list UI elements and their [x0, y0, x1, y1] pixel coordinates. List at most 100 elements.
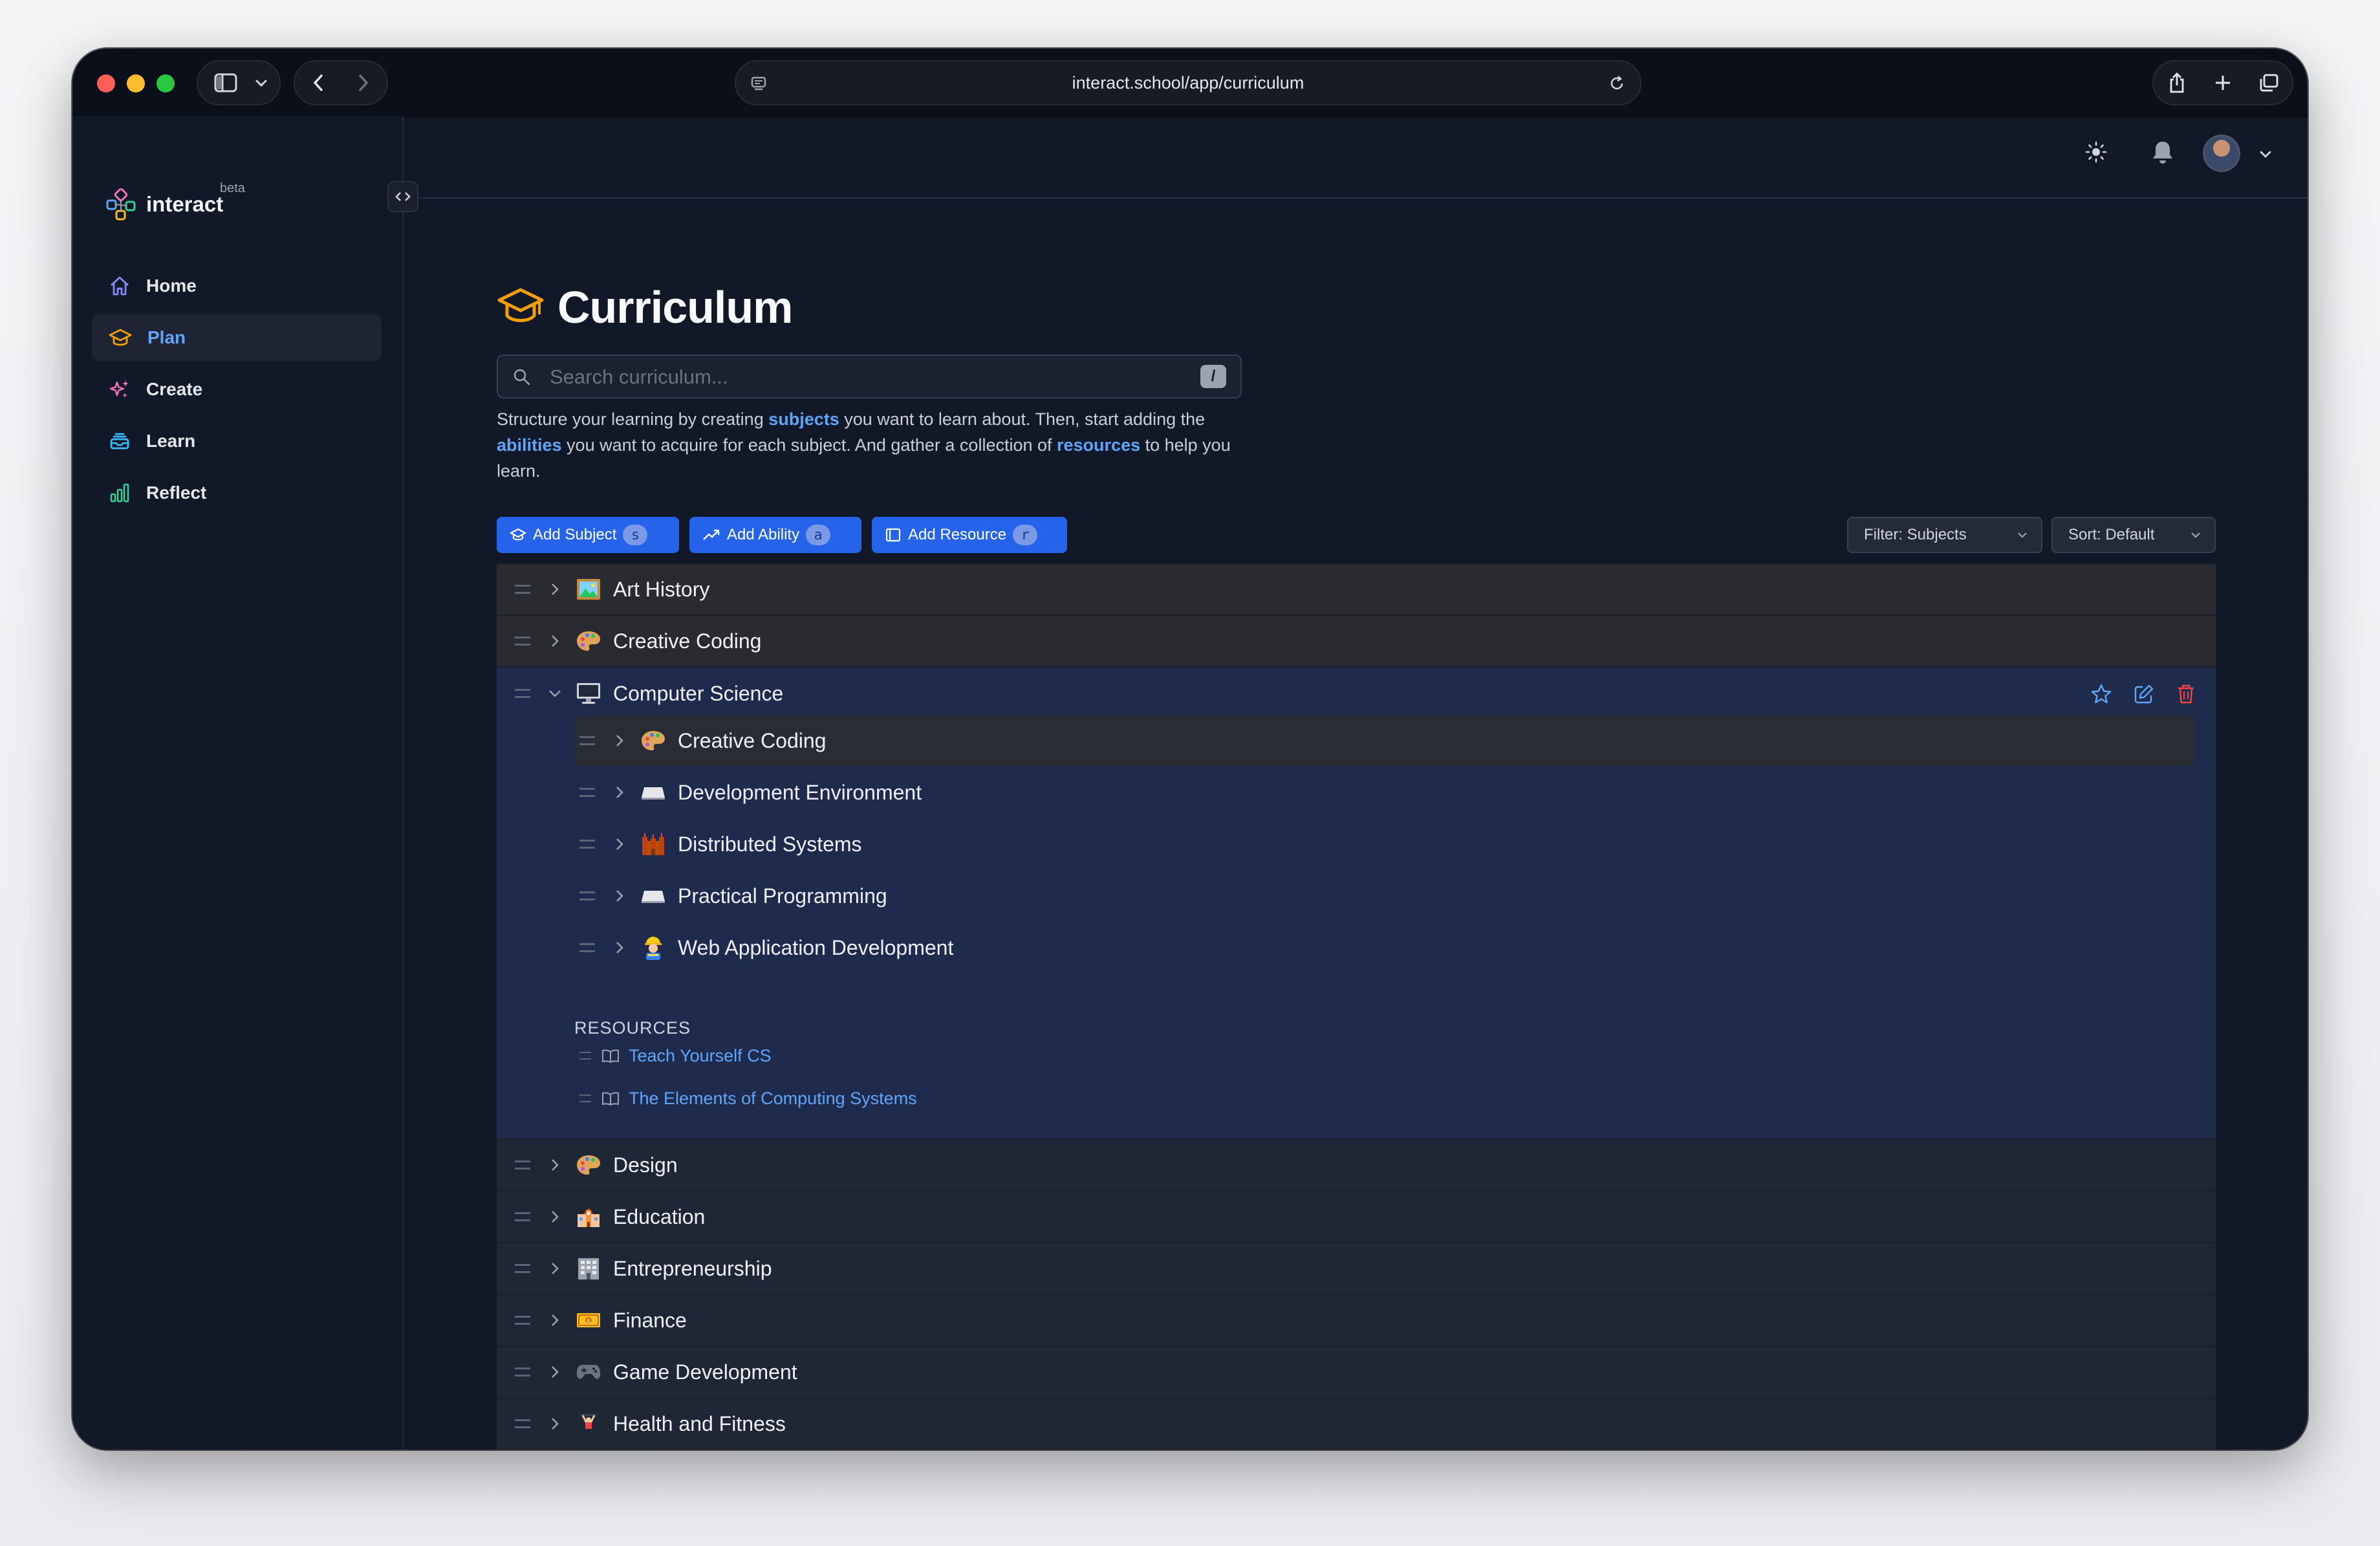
ability-label: Web Application Development	[678, 935, 954, 959]
subject-row[interactable]: Art History	[497, 564, 2216, 616]
chevron-right-icon[interactable]	[546, 632, 564, 650]
drag-handle-icon[interactable]	[515, 689, 530, 698]
nav-item-home[interactable]: Home	[92, 263, 382, 309]
add-subject-button[interactable]: Add Subject s	[497, 517, 679, 553]
subject-row[interactable]: Creative Coding	[497, 616, 2216, 668]
resource-item[interactable]: Teach Yourself CS	[574, 1043, 772, 1069]
drag-handle-icon[interactable]	[579, 788, 595, 797]
drag-handle-icon[interactable]	[579, 943, 595, 952]
chevron-right-icon[interactable]	[611, 783, 629, 801]
subjects-link[interactable]: subjects	[768, 409, 839, 429]
nav-label-learn: Learn	[146, 431, 196, 451]
chevron-right-icon[interactable]	[611, 732, 629, 750]
drag-handle-icon[interactable]	[579, 1052, 591, 1060]
chevron-right-icon[interactable]	[546, 1156, 564, 1174]
ability-row[interactable]: Creative Coding	[574, 715, 2195, 766]
star-icon[interactable]	[2090, 683, 2112, 705]
ability-row[interactable]: Web Application Development	[574, 922, 2195, 973]
search-field[interactable]: /	[497, 354, 1242, 398]
resource-item[interactable]: The Elements of Computing Systems	[574, 1085, 917, 1111]
nav-item-plan[interactable]: Plan	[92, 314, 382, 361]
nav-item-create[interactable]: Create	[92, 366, 382, 413]
desktop-computer-icon	[576, 680, 601, 706]
nav-item-learn[interactable]: Learn	[92, 418, 382, 464]
subject-row[interactable]: Design	[497, 1140, 2216, 1192]
subject-label: Game Development	[613, 1360, 797, 1384]
ability-row[interactable]: Development Environment	[574, 767, 2195, 818]
bar-chart-icon	[110, 483, 129, 503]
maximize-window-button[interactable]	[157, 74, 175, 93]
palette-icon	[576, 628, 601, 654]
drag-handle-icon[interactable]	[515, 637, 530, 646]
theme-toggle-button[interactable]	[2082, 138, 2110, 166]
trash-icon[interactable]	[2176, 683, 2196, 705]
subject-row[interactable]: Game Development	[497, 1347, 2216, 1399]
logo[interactable]: interact beta	[105, 181, 245, 221]
resources-link[interactable]: resources	[1057, 435, 1140, 455]
drag-handle-icon[interactable]	[579, 1094, 591, 1102]
new-tab-icon[interactable]	[2200, 61, 2245, 104]
drag-handle-icon[interactable]	[579, 840, 595, 849]
chevron-right-icon[interactable]	[546, 1208, 564, 1226]
back-arrow-icon[interactable]	[296, 61, 341, 104]
sidebar-toggle-icon[interactable]	[203, 61, 248, 104]
drag-handle-icon[interactable]	[515, 1367, 530, 1377]
drag-handle-icon[interactable]	[515, 1419, 530, 1428]
sort-select[interactable]: Sort: Default	[2051, 517, 2216, 553]
shortcut-badge: a	[806, 525, 831, 545]
edit-icon[interactable]	[2133, 683, 2155, 705]
ability-row[interactable]: Distributed Systems	[574, 819, 2195, 869]
close-window-button[interactable]	[97, 74, 115, 93]
chevron-right-icon[interactable]	[546, 1363, 564, 1381]
nav-item-reflect[interactable]: Reflect	[92, 470, 382, 516]
reload-icon[interactable]	[1608, 74, 1626, 93]
ability-label: Distributed Systems	[678, 832, 862, 856]
chevron-right-icon[interactable]	[611, 939, 629, 957]
drag-handle-icon[interactable]	[515, 585, 530, 594]
forward-arrow-icon[interactable]	[341, 61, 386, 104]
chevron-down-icon[interactable]	[546, 684, 564, 702]
filter-select[interactable]: Filter: Subjects	[1847, 517, 2042, 553]
subject-row[interactable]: Education	[497, 1192, 2216, 1243]
search-input[interactable]	[548, 356, 1133, 398]
add-ability-button[interactable]: Add Ability a	[689, 517, 861, 553]
minimize-window-button[interactable]	[127, 74, 145, 93]
resource-link[interactable]: The Elements of Computing Systems	[629, 1089, 917, 1109]
abilities-link[interactable]: abilities	[497, 435, 562, 455]
drag-handle-icon[interactable]	[515, 1212, 530, 1221]
subject-label: Education	[613, 1204, 706, 1228]
subject-row[interactable]: Health and Fitness	[497, 1399, 2216, 1450]
drag-handle-icon[interactable]	[515, 1160, 530, 1170]
share-icon[interactable]	[2154, 61, 2200, 104]
chevron-right-icon[interactable]	[546, 580, 564, 598]
subject-row-header[interactable]: Computer Science	[497, 668, 2216, 719]
user-avatar[interactable]	[2203, 135, 2240, 172]
ability-row[interactable]: Practical Programming	[574, 871, 2195, 921]
svg-text:$: $	[587, 1318, 590, 1325]
keyboard-icon	[640, 779, 666, 805]
drag-handle-icon[interactable]	[515, 1264, 530, 1273]
notifications-button[interactable]	[2148, 138, 2177, 166]
collapse-sidebar-button[interactable]	[387, 181, 418, 212]
subject-row[interactable]: Entrepreneurship	[497, 1243, 2216, 1295]
drag-handle-icon[interactable]	[515, 1316, 530, 1325]
address-bar[interactable]: interact.school/app/curriculum	[735, 60, 1641, 105]
chevron-right-icon[interactable]	[546, 1259, 564, 1278]
drag-handle-icon[interactable]	[579, 736, 595, 745]
beta-badge: beta	[220, 181, 245, 195]
chevron-down-icon[interactable]	[248, 61, 274, 104]
add-resource-button[interactable]: Add Resource r	[872, 517, 1067, 553]
subject-row[interactable]: $ Finance	[497, 1295, 2216, 1347]
subject-row-expanded: Computer Science Creative Coding Develop…	[497, 668, 2216, 1140]
chevron-right-icon[interactable]	[611, 887, 629, 905]
inbox-stack-icon	[110, 433, 129, 450]
chevron-right-icon[interactable]	[546, 1415, 564, 1433]
drag-handle-icon[interactable]	[579, 891, 595, 900]
resource-link[interactable]: Teach Yourself CS	[629, 1046, 772, 1066]
nav-label-home: Home	[146, 276, 197, 296]
chevron-right-icon[interactable]	[611, 835, 629, 853]
graduation-cap-icon	[497, 288, 544, 322]
chevron-down-icon[interactable]	[2260, 151, 2271, 158]
tab-overview-icon[interactable]	[2246, 61, 2292, 104]
chevron-right-icon[interactable]	[546, 1311, 564, 1329]
